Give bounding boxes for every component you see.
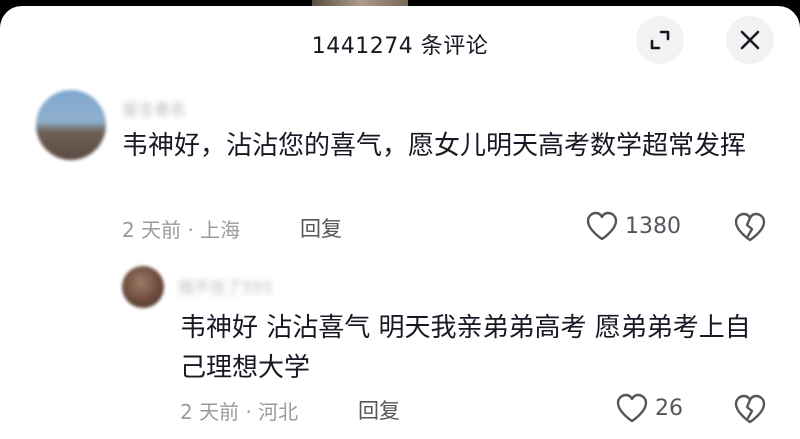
heart-icon	[586, 211, 618, 241]
avatar[interactable]	[122, 266, 164, 308]
reply-button[interactable]: 回复	[300, 213, 342, 243]
close-icon	[740, 30, 760, 50]
comment-text: 韦神好 沾沾喜气 明天我亲弟弟高考 愿弟弟考上自己理想大学	[180, 313, 751, 383]
like-button[interactable]: 26	[615, 392, 683, 424]
expand-button[interactable]	[636, 16, 684, 64]
close-button[interactable]	[726, 16, 774, 64]
broken-heart-icon[interactable]	[733, 211, 767, 243]
comment-username[interactable]: 我不在了555	[178, 274, 273, 298]
comment-meta: 2 天前 · 河北	[180, 400, 299, 424]
like-count: 26	[655, 395, 683, 421]
expand-icon	[650, 30, 670, 50]
like-count: 1380	[625, 213, 681, 239]
heart-icon	[616, 393, 648, 423]
comment-username[interactable]: 留言者名	[122, 96, 186, 120]
like-button[interactable]: 1380	[585, 210, 681, 242]
comment-text: 韦神好，沾沾您的喜气，愿女儿明天高考数学超常发挥	[122, 131, 747, 161]
reply-button[interactable]: 回复	[358, 395, 400, 425]
comment-meta: 2 天前 · 上海	[122, 218, 241, 242]
broken-heart-icon[interactable]	[733, 393, 767, 425]
avatar[interactable]	[36, 90, 106, 160]
